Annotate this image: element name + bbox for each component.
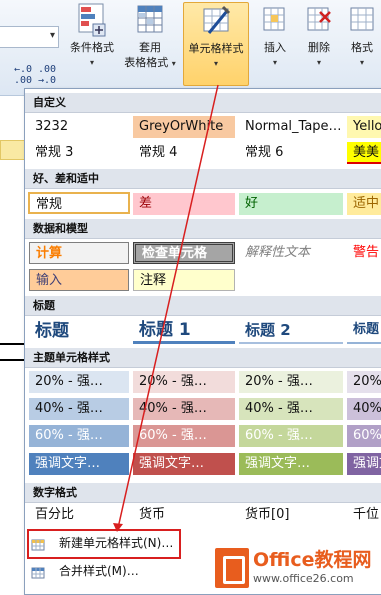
chevron-down-icon: ▾ [359,58,364,67]
increase-decimal-button[interactable]: ←.0.00 [14,64,32,86]
table-format-label-1: 套用 [139,41,161,54]
style-cell-accent3-60[interactable]: 60% - 强… [239,425,343,447]
section-titles: 标题 [25,296,381,316]
style-cell-calc[interactable]: 计算 [29,242,129,264]
section-good-bad: 好、差和适中 [25,169,381,189]
highlight-frame [27,529,181,559]
chevron-down-icon: ▾ [213,59,218,68]
style-cell-normal[interactable]: 常规 [28,192,130,214]
decrease-decimal-button[interactable]: .00 →.0 [38,64,56,86]
table-format-label-2: 表格格式 ▾ [124,56,176,69]
format-cells-icon [347,2,377,38]
chevron-down-icon: ▾ [316,58,321,67]
style-cell-warning[interactable]: 警告 [347,242,381,264]
number-format-combo[interactable]: ▾ [0,26,59,48]
style-cell-accent4-60[interactable]: 60% - 强… [347,425,381,447]
style-cell-accent3-20[interactable]: 20% - 强… [239,371,343,393]
format-button[interactable]: 格式 ▾ [343,2,381,70]
conditional-format-button[interactable]: 条件格式 ▾ [64,2,120,70]
cell-styles-gallery: 自定义 3232 GreyOrWhite Normal_Tape… Yellow… [24,88,381,595]
watermark-url: www.office26.com [253,572,354,585]
style-cell-accent2-40[interactable]: 40% - 强… [133,398,235,420]
style-cell[interactable]: 常规 4 [133,142,235,164]
style-cell-accent1-40[interactable]: 40% - 强… [29,398,129,420]
style-cell-accent2[interactable]: 强调文字… [133,453,235,475]
insert-cells-icon [260,2,290,38]
style-cell-comma[interactable]: 千位 [347,504,381,526]
table-format-icon [135,2,165,38]
conditional-format-label: 条件格式 [70,41,114,54]
style-cell-accent3[interactable]: 强调文字… [239,453,343,475]
style-cell-explanatory[interactable]: 解释性文本 [239,242,343,264]
section-data-model: 数据和模型 [25,219,381,239]
chevron-down-icon: ▾ [89,58,94,67]
ribbon: ▾ ←.0.00 .00 →.0 条件格式 ▾ 套用 表格格式 ▾ 单元格样式 … [0,0,381,96]
style-cell[interactable]: Normal_Tape… [239,116,343,138]
style-cell[interactable]: 美美 [347,142,381,164]
section-number-format: 数字格式 [25,483,381,503]
style-cell-accent4[interactable]: 强调文字… [347,453,381,475]
worksheet-border-line [0,343,24,345]
section-custom: 自定义 [25,93,381,113]
style-cell[interactable]: Yellow [347,116,381,138]
cell-styles-icon [201,3,231,39]
office-logo-icon [215,548,249,588]
delete-label: 删除 [308,41,330,54]
format-label: 格式 [351,41,373,54]
delete-button[interactable]: 删除 ▾ [300,2,338,70]
conditional-format-icon [77,2,107,38]
ribbon-number-group: ▾ ←.0.00 .00 →.0 [0,0,62,95]
delete-cells-icon [304,2,334,38]
style-cell-accent1-20[interactable]: 20% - 强… [29,371,129,393]
merge-styles-label: 合并样式(M)… [59,564,139,578]
worksheet-cell-yellow[interactable] [0,140,26,160]
style-cell-bad[interactable]: 差 [133,193,235,215]
style-cell-accent3-40[interactable]: 40% - 强… [239,398,343,420]
format-as-table-button[interactable]: 套用 表格格式 ▾ [121,2,179,71]
insert-button[interactable]: 插入 ▾ [255,2,295,70]
watermark-logo: Office教程网 www.office26.com [215,543,381,593]
style-cell-heading2[interactable]: 标题 2 [239,318,343,344]
section-theme-styles: 主题单元格样式 [25,348,381,368]
style-cell-accent4-20[interactable]: 20% - 强… [347,371,381,393]
style-cell-title[interactable]: 标题 [29,318,129,344]
style-cell-accent1-60[interactable]: 60% - 强… [29,425,129,447]
style-cell-heading3[interactable]: 标题 [347,318,381,344]
style-cell-good[interactable]: 好 [239,193,343,215]
style-cell-accent2-20[interactable]: 20% - 强… [133,371,235,393]
cell-styles-label: 单元格样式 [188,42,244,55]
style-cell-currency[interactable]: 货币 [133,504,235,526]
style-cell-neutral[interactable]: 适中 [347,193,381,215]
style-cell-accent4-40[interactable]: 40% - 强… [347,398,381,420]
chevron-down-icon[interactable]: ▾ [50,30,55,41]
worksheet-border-line [0,359,24,361]
style-cell-note[interactable]: 注释 [133,269,235,291]
merge-styles-icon [31,564,45,579]
style-cell[interactable]: 常规 3 [29,142,129,164]
style-cell[interactable]: 3232 [29,116,129,138]
watermark-title: Office教程网 [253,549,372,571]
insert-label: 插入 [264,41,286,54]
style-cell-input[interactable]: 输入 [29,269,129,291]
chevron-down-icon: ▾ [272,58,277,67]
style-cell-accent2-60[interactable]: 60% - 强… [133,425,235,447]
style-cell[interactable]: 常规 6 [239,142,343,164]
style-cell-percent[interactable]: 百分比 [29,504,129,526]
cell-styles-button[interactable]: 单元格样式 ▾ [183,2,249,86]
style-cell[interactable]: GreyOrWhite [133,116,235,138]
style-cell-heading1[interactable]: 标题 1 [133,318,235,344]
style-cell-accent1[interactable]: 强调文字… [29,453,129,475]
style-cell-currency0[interactable]: 货币[0] [239,504,343,526]
style-cell-check[interactable]: 检查单元格 [133,242,235,264]
